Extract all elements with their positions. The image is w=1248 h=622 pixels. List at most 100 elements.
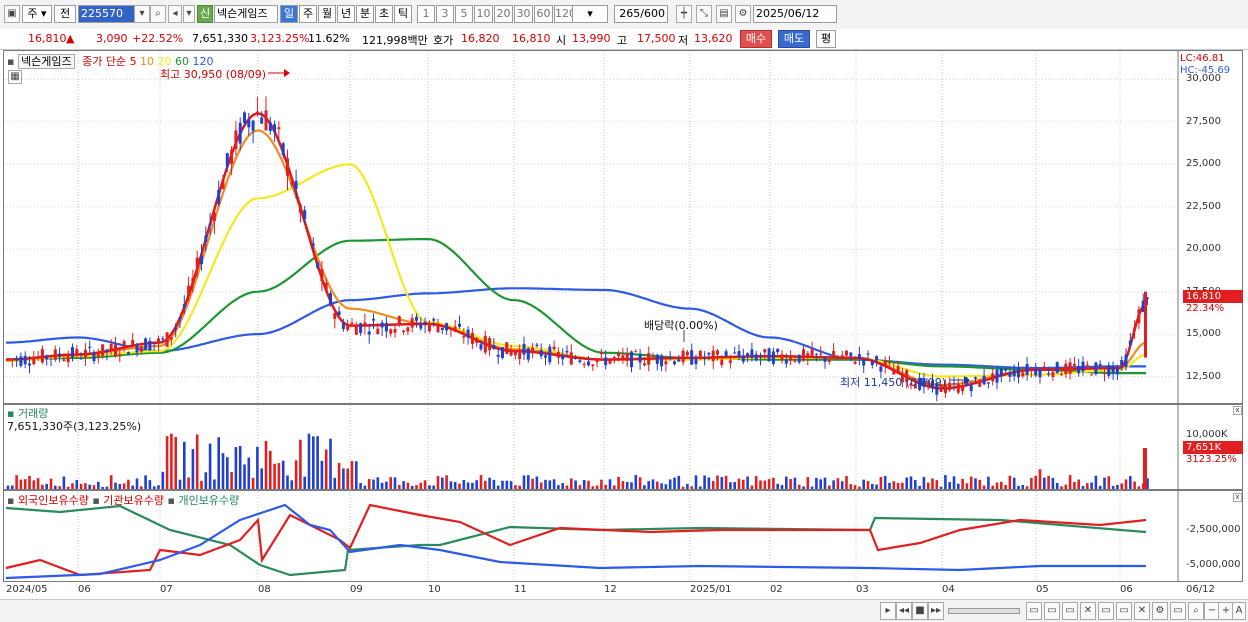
candle-body xyxy=(711,350,715,362)
layout-icon[interactable]: ▭ xyxy=(1116,602,1132,620)
lc-label: LC:46.81 xyxy=(1180,53,1225,64)
volume-bar xyxy=(896,482,900,489)
volume-bar xyxy=(264,440,268,489)
candle-body xyxy=(165,332,169,347)
zoom-slider[interactable] xyxy=(948,608,1020,614)
volume-bar xyxy=(118,484,122,489)
x-tick-label: 12 xyxy=(604,584,617,595)
forward-icon[interactable]: ▸▸ xyxy=(928,602,944,620)
volume-bar xyxy=(1064,484,1068,489)
candle-body xyxy=(1072,363,1076,366)
volume-bar xyxy=(1090,482,1093,489)
candle-body xyxy=(298,204,302,214)
volume-bar xyxy=(41,484,44,489)
volume-bar xyxy=(514,485,517,489)
candle-body xyxy=(840,355,844,359)
volume-bar xyxy=(49,478,53,489)
volume-bar xyxy=(105,486,109,489)
candle-body xyxy=(1107,365,1111,376)
candle-body xyxy=(453,326,457,332)
volume-bar xyxy=(71,483,74,489)
volume-bar xyxy=(346,468,349,489)
volume-bar xyxy=(453,481,457,489)
volume-bar xyxy=(1098,485,1102,489)
candle-body xyxy=(771,351,775,364)
candle-body xyxy=(655,354,659,364)
volume-bar xyxy=(393,477,397,489)
close-icon[interactable]: x xyxy=(1233,406,1242,415)
volume-bar xyxy=(359,483,362,489)
close-icon[interactable]: x xyxy=(1233,493,1242,502)
settings-icon[interactable]: ⚙ xyxy=(1152,602,1168,620)
candle-body xyxy=(333,313,337,319)
volume-bar xyxy=(221,453,225,489)
candle-body xyxy=(397,316,401,324)
candle-body xyxy=(350,322,354,325)
candle-body xyxy=(324,282,328,292)
volume-bar xyxy=(1004,485,1007,489)
volume-bar xyxy=(28,475,31,489)
volume-bar xyxy=(948,482,951,489)
candle-body xyxy=(1029,369,1033,372)
candle-body xyxy=(376,328,380,334)
candle-body xyxy=(982,375,986,385)
volume-bar xyxy=(402,481,405,489)
candle-body xyxy=(135,344,139,353)
volume-bar xyxy=(552,479,556,489)
volume-bar xyxy=(19,479,23,489)
volume-bar xyxy=(914,479,917,489)
candle-body xyxy=(677,359,681,362)
candle-body xyxy=(698,350,702,359)
volume-bar xyxy=(260,468,263,489)
cross-icon[interactable]: ✕ xyxy=(1080,602,1096,620)
volume-bar xyxy=(54,485,57,489)
candle-body xyxy=(144,338,148,350)
volume-y-tick: 10,000K xyxy=(1186,429,1228,440)
layout-icon[interactable]: ▭ xyxy=(1170,602,1186,620)
candle-body xyxy=(728,360,732,363)
ma-period-10: 10 xyxy=(136,55,155,68)
volume-bar xyxy=(595,485,599,489)
play-icon[interactable]: ▸ xyxy=(880,602,896,620)
volume-bar xyxy=(630,482,633,489)
foreign-line xyxy=(5,503,1147,577)
volume-bar xyxy=(883,475,887,489)
layout-icon[interactable]: ▭ xyxy=(1098,602,1114,620)
layout-icon[interactable]: ▭ xyxy=(1044,602,1060,620)
candle-body xyxy=(320,269,324,281)
candle-body xyxy=(341,323,345,329)
candle-body xyxy=(956,383,960,393)
volume-bar xyxy=(32,480,36,489)
volume-bar xyxy=(398,485,401,489)
candle-body xyxy=(221,179,225,189)
volume-bar xyxy=(643,485,646,489)
volume-bar xyxy=(806,477,810,489)
volume-bar xyxy=(213,479,216,489)
y-tick-label: 15,000 xyxy=(1186,328,1221,340)
rewind-icon[interactable]: ◂◂ xyxy=(896,602,912,620)
volume-bar xyxy=(724,475,728,489)
x-tick-label: 07 xyxy=(160,584,173,595)
volume-bar xyxy=(1060,486,1063,489)
cross-icon[interactable]: ✕ xyxy=(1134,602,1150,620)
volume-bar xyxy=(875,484,878,489)
layout-icon[interactable]: ▭ xyxy=(1062,602,1078,620)
candle-body xyxy=(565,350,569,353)
stop-icon[interactable]: ■ xyxy=(912,602,928,620)
volume-bar xyxy=(656,481,659,489)
candle-body xyxy=(449,327,453,330)
volume-bar xyxy=(230,471,233,489)
volume-bar xyxy=(204,472,208,489)
volume-bar xyxy=(1133,481,1136,489)
candle-body xyxy=(630,351,633,368)
search-icon[interactable]: ⌕ xyxy=(1188,602,1204,620)
institution-line xyxy=(5,503,1146,580)
volume-bar xyxy=(122,483,126,489)
font-icon[interactable]: A xyxy=(1232,602,1246,620)
volume-bar xyxy=(157,485,160,489)
candle-body xyxy=(208,224,212,226)
volume-bar xyxy=(1073,482,1076,489)
calculator-icon[interactable]: ▦ xyxy=(8,70,22,84)
layout-icon[interactable]: ▭ xyxy=(1026,602,1042,620)
x-tick-label: 02 xyxy=(770,584,783,595)
